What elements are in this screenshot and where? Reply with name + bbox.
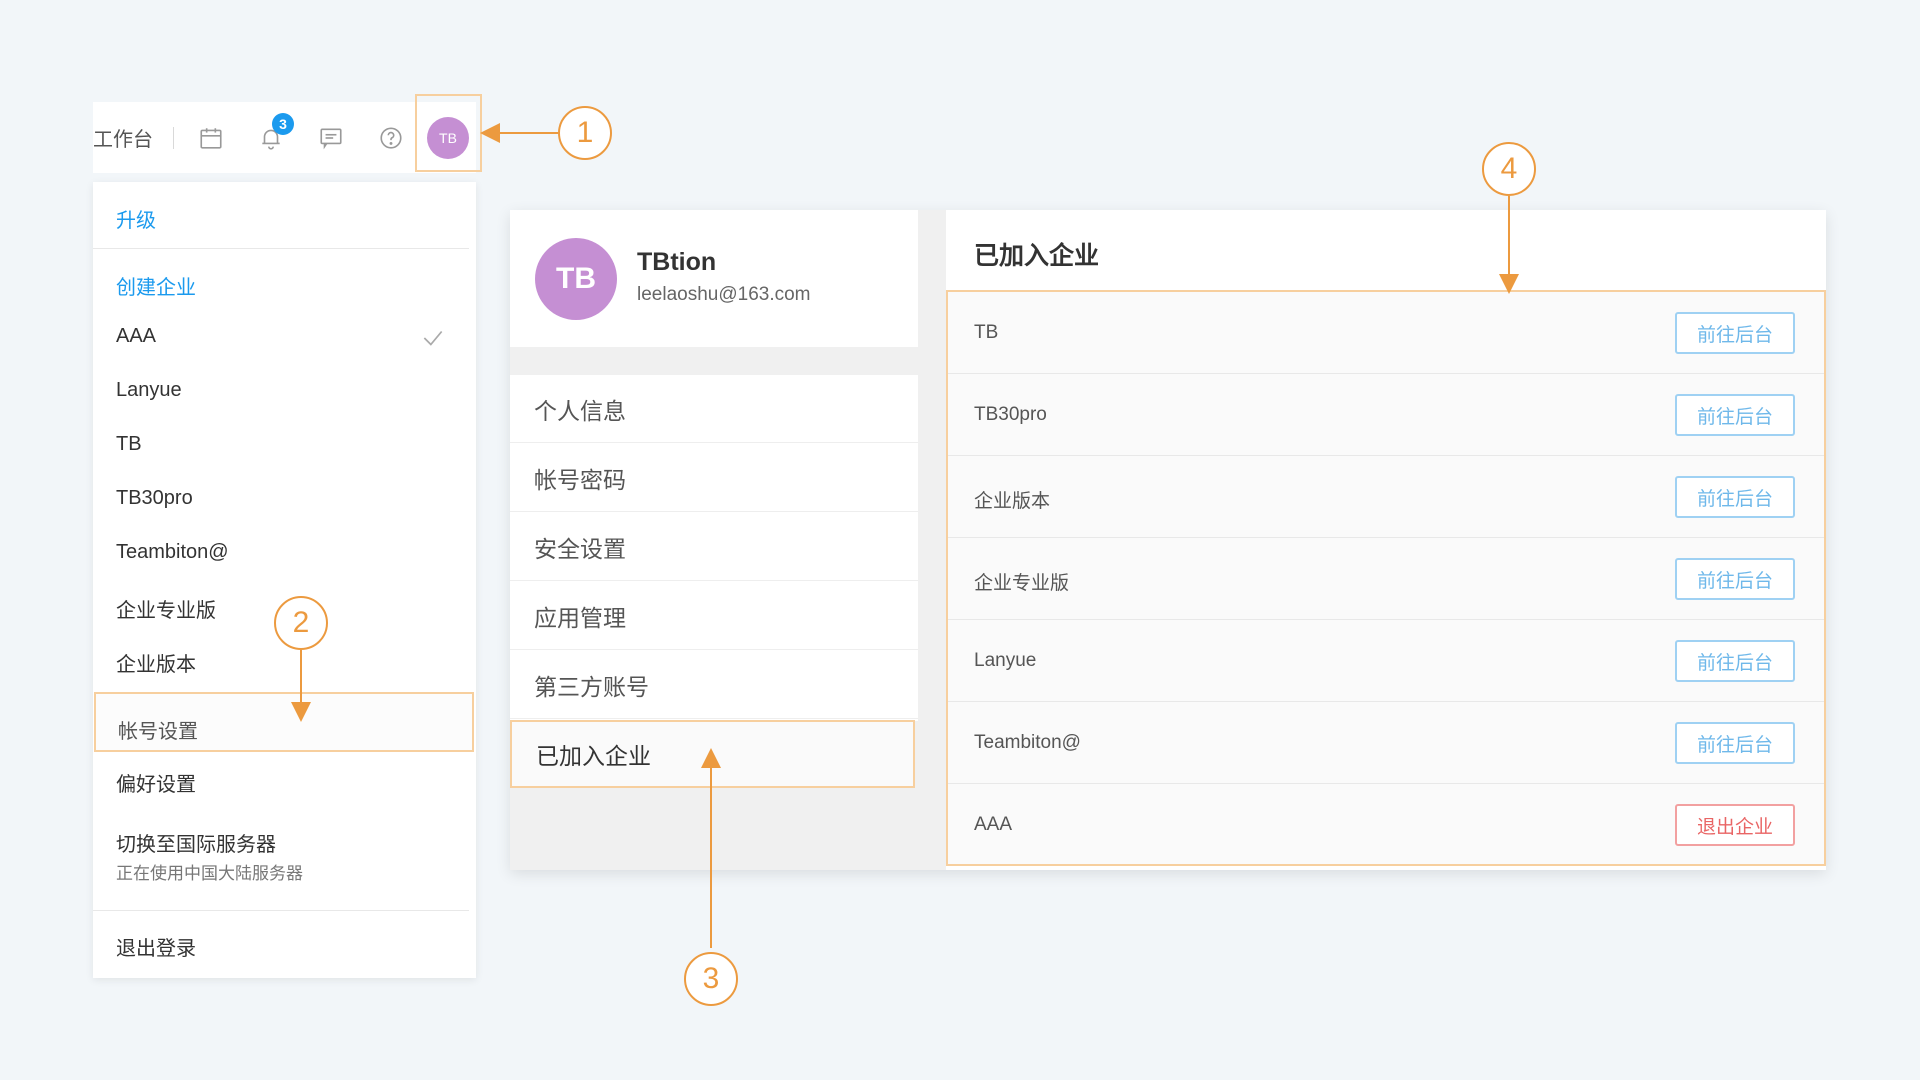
dropdown-divider bbox=[93, 910, 469, 911]
menu-personal-info[interactable]: 个人信息 bbox=[510, 375, 918, 443]
account-settings-label: 帐号设置 bbox=[118, 721, 198, 743]
org-item-lanyue[interactable]: Lanyue bbox=[116, 379, 182, 402]
profile-avatar: TB bbox=[535, 238, 617, 320]
check-icon bbox=[423, 330, 443, 346]
org-item-aaa[interactable]: AAA bbox=[116, 325, 156, 348]
menu-joined-orgs[interactable]: 已加入企业 bbox=[510, 720, 915, 788]
help-icon[interactable] bbox=[378, 125, 404, 151]
top-bar: 工作台 3 TB bbox=[93, 102, 476, 173]
workbench-link[interactable]: 工作台 bbox=[93, 123, 163, 152]
go-admin-button[interactable]: 前往后台 bbox=[1675, 394, 1795, 436]
menu-app-management[interactable]: 应用管理 bbox=[510, 582, 918, 650]
logout-item[interactable]: 退出登录 bbox=[116, 932, 196, 961]
switch-server-item[interactable]: 切换至国际服务器 bbox=[116, 828, 276, 857]
org-item-tb[interactable]: TB bbox=[116, 433, 142, 456]
leave-org-button[interactable]: 退出企业 bbox=[1675, 804, 1795, 846]
joined-orgs-panel: 已加入企业 TB 前往后台 TB30pro 前往后台 企业版本 前往后台 企业专… bbox=[946, 210, 1826, 870]
user-avatar[interactable]: TB bbox=[427, 117, 469, 159]
org-name: Lanyue bbox=[974, 650, 1037, 671]
callout-1: 1 bbox=[558, 106, 612, 160]
toolbar-divider bbox=[173, 126, 174, 149]
go-admin-button[interactable]: 前往后台 bbox=[1675, 312, 1795, 354]
message-icon[interactable] bbox=[318, 125, 344, 151]
org-name: TB30pro bbox=[974, 404, 1047, 425]
bell-icon[interactable]: 3 bbox=[258, 112, 294, 151]
menu-account-password[interactable]: 帐号密码 bbox=[510, 444, 918, 512]
profile-email: leelaoshu@163.com bbox=[637, 284, 811, 305]
table-row: 企业版本 前往后台 bbox=[948, 456, 1824, 538]
go-admin-button[interactable]: 前往后台 bbox=[1675, 722, 1795, 764]
go-admin-button[interactable]: 前往后台 bbox=[1675, 476, 1795, 518]
go-admin-button[interactable]: 前往后台 bbox=[1675, 640, 1795, 682]
org-item-tb30pro[interactable]: TB30pro bbox=[116, 487, 193, 510]
dropdown-divider bbox=[93, 248, 469, 249]
account-settings-item[interactable]: 帐号设置 bbox=[94, 692, 474, 752]
table-row: TB30pro 前往后台 bbox=[948, 374, 1824, 456]
user-dropdown-menu: 升级 创建企业 AAA Lanyue TB TB30pro Teambiton@… bbox=[93, 182, 476, 978]
preferences-item[interactable]: 偏好设置 bbox=[116, 768, 196, 797]
menu-security[interactable]: 安全设置 bbox=[510, 513, 918, 581]
org-item-enterprise-pro[interactable]: 企业专业版 bbox=[116, 594, 216, 623]
org-name: 企业版本 bbox=[974, 491, 1051, 512]
upgrade-link[interactable]: 升级 bbox=[116, 204, 156, 233]
org-item-teambiton[interactable]: Teambiton@ bbox=[116, 541, 229, 564]
calendar-icon[interactable] bbox=[198, 125, 224, 151]
table-row: TB 前往后台 bbox=[948, 292, 1824, 374]
create-org-link[interactable]: 创建企业 bbox=[116, 271, 196, 300]
table-row: Teambiton@ 前往后台 bbox=[948, 702, 1824, 784]
notification-badge: 3 bbox=[272, 112, 294, 135]
table-row: 企业专业版 前往后台 bbox=[948, 538, 1824, 620]
settings-menu: 个人信息 帐号密码 安全设置 应用管理 第三方账号 已加入企业 bbox=[510, 375, 918, 788]
menu-third-party[interactable]: 第三方账号 bbox=[510, 651, 918, 719]
content-title: 已加入企业 bbox=[974, 242, 1100, 270]
table-row: Lanyue 前往后台 bbox=[948, 620, 1824, 702]
callout-3: 3 bbox=[684, 952, 738, 1006]
org-item-enterprise-edition[interactable]: 企业版本 bbox=[116, 648, 196, 677]
callout-2: 2 bbox=[274, 596, 328, 650]
callout-4: 4 bbox=[1482, 142, 1536, 196]
table-row: AAA 退出企业 bbox=[948, 784, 1824, 866]
go-admin-button[interactable]: 前往后台 bbox=[1675, 558, 1795, 600]
profile-card: TB TBtion leelaoshu@163.com bbox=[510, 210, 918, 347]
org-name: 企业专业版 bbox=[974, 573, 1070, 594]
profile-name: TBtion bbox=[637, 248, 717, 276]
org-name: TB bbox=[974, 322, 999, 343]
org-name: Teambiton@ bbox=[974, 732, 1081, 753]
org-name: AAA bbox=[974, 814, 1013, 835]
settings-panel: TB TBtion leelaoshu@163.com 个人信息 帐号密码 安全… bbox=[510, 210, 1826, 870]
server-status-text: 正在使用中国大陆服务器 bbox=[116, 864, 303, 883]
org-list: TB 前往后台 TB30pro 前往后台 企业版本 前往后台 企业专业版 前往后… bbox=[946, 290, 1826, 866]
